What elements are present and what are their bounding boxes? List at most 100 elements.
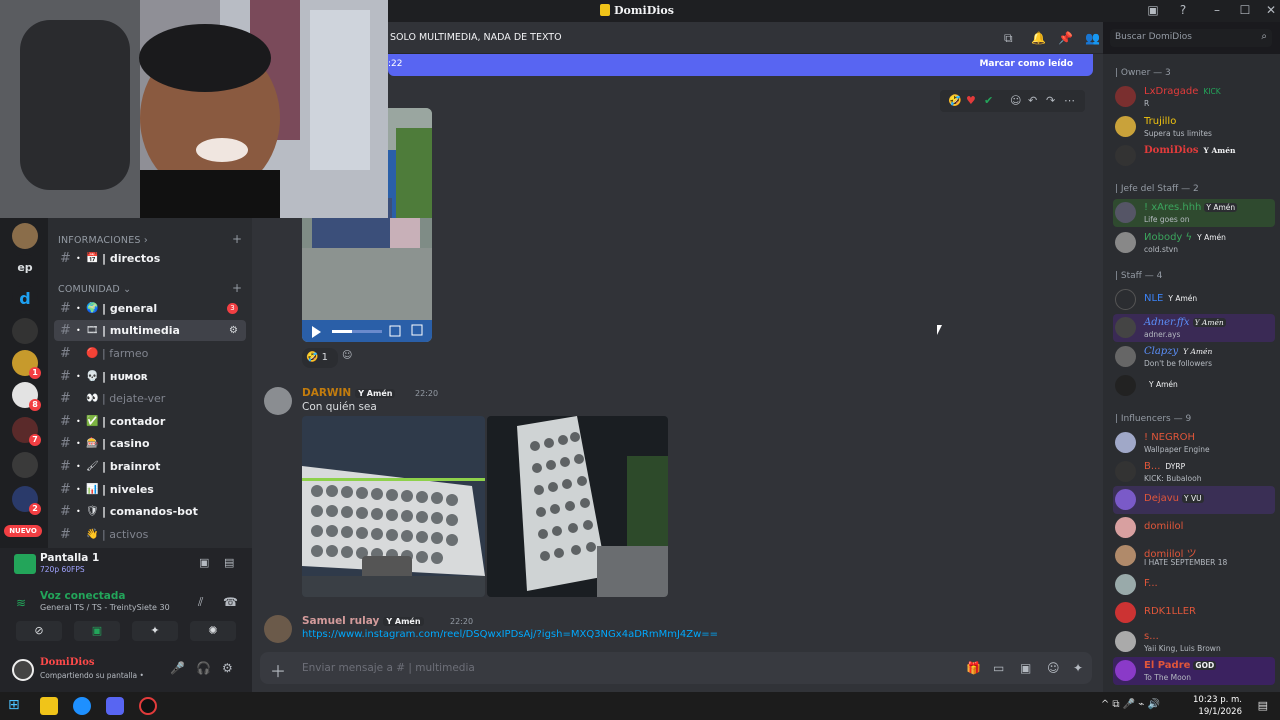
member-item[interactable]: ! NEGROH Wallpaper Engine bbox=[1113, 429, 1275, 457]
reaction-heart-icon[interactable]: ♥ bbox=[966, 94, 976, 107]
file-explorer-icon[interactable] bbox=[40, 697, 58, 715]
server-icon[interactable] bbox=[12, 223, 38, 249]
search-input[interactable]: Buscar DomiDios ⌕ bbox=[1110, 29, 1272, 47]
pin-icon[interactable]: 📌 bbox=[1058, 31, 1073, 45]
reply-icon[interactable]: ↶ bbox=[1028, 94, 1037, 107]
member-item[interactable]: B... DYRP KICK: Bubalooh bbox=[1113, 458, 1275, 486]
attach-plus-icon[interactable]: ＋ bbox=[270, 658, 286, 682]
discord-icon[interactable] bbox=[106, 697, 124, 715]
server-icon[interactable]: 2 bbox=[12, 486, 41, 515]
user-settings-icon[interactable]: ⚙ bbox=[222, 661, 233, 675]
more-options-icon[interactable]: ⋯ bbox=[1064, 94, 1075, 107]
clock-date[interactable]: 19/1/2026 bbox=[1198, 707, 1242, 717]
channel-comandos-bot[interactable]: # • 🛡 | comandos-bot bbox=[54, 501, 246, 522]
server-icon-d[interactable]: d bbox=[12, 285, 38, 311]
forward-icon[interactable]: ↷ bbox=[1046, 94, 1055, 107]
server-icon-ep[interactable]: ep bbox=[12, 254, 38, 280]
stream-settings-icon[interactable]: ▤ bbox=[224, 556, 234, 569]
channel-activos[interactable]: # 👋 | activos bbox=[54, 524, 246, 545]
channel-humor[interactable]: # • 💀 | ʜᴜᴍᴏʀ bbox=[54, 366, 246, 387]
user-avatar[interactable] bbox=[12, 659, 34, 681]
member-item[interactable]: Adner.ffx Y Amén adner.ays bbox=[1113, 314, 1275, 342]
inbox-icon[interactable]: ▣ bbox=[1144, 3, 1162, 19]
channel-settings-icon[interactable]: ⚙ bbox=[229, 325, 238, 336]
clock-time[interactable]: 10:23 p. m. bbox=[1193, 695, 1242, 705]
member-item[interactable]: domiilol bbox=[1113, 514, 1275, 542]
noise-suppression-icon[interactable]: ⫽ bbox=[198, 595, 203, 610]
channel-farmeo[interactable]: # 🔴 | farmeo bbox=[54, 343, 246, 364]
server-icon[interactable]: 1 bbox=[12, 350, 41, 379]
channel-casino[interactable]: # • 🎰 | casino bbox=[54, 433, 246, 454]
channel-niveles[interactable]: # • 📊 | niveles bbox=[54, 479, 246, 500]
channel-directos[interactable]: # • 📅 | directos bbox=[54, 248, 246, 269]
member-item[interactable]: domiilol ツI HATE SEPTEMBER 18 bbox=[1113, 542, 1275, 570]
gift-icon[interactable]: 🎁 bbox=[966, 661, 981, 675]
notification-bell-icon[interactable]: 🔔 bbox=[1031, 31, 1046, 45]
add-reaction-icon[interactable]: ☺ bbox=[1010, 94, 1021, 107]
start-menu-icon[interactable]: ⊞ bbox=[8, 697, 26, 715]
minimize-button[interactable]: – bbox=[1208, 3, 1226, 19]
voice-channel[interactable]: General TS / TS - TreintySiete 30 bbox=[40, 603, 170, 612]
mark-as-read-button[interactable]: Marcar como leído bbox=[979, 59, 1073, 69]
emoji-icon[interactable]: ☺ bbox=[1047, 661, 1060, 675]
member-list-icon[interactable]: 👥 bbox=[1085, 31, 1100, 45]
system-tray-icons[interactable]: ^ ⧉ 🎤 ⌁ 🔊 bbox=[1101, 699, 1160, 710]
member-item[interactable]: s... Yaii King, Luis Brown bbox=[1113, 628, 1275, 656]
category-informaciones[interactable]: INFORMACIONES › bbox=[58, 235, 148, 246]
avatar[interactable] bbox=[264, 615, 292, 643]
new-messages-bar[interactable]: :22 Marcar como leído bbox=[388, 54, 1093, 76]
disconnect-icon[interactable]: ☎ bbox=[223, 595, 238, 609]
channel-general[interactable]: # • 🌍 | general 3 bbox=[54, 298, 246, 319]
microphone-icon[interactable]: 🎤 bbox=[170, 661, 185, 675]
reaction-check-icon[interactable]: ✔ bbox=[984, 94, 993, 107]
server-icon[interactable]: 7 bbox=[12, 417, 41, 446]
member-item[interactable]: F... bbox=[1113, 571, 1275, 599]
image-attachment-2[interactable] bbox=[487, 416, 668, 597]
channel-brainrot[interactable]: # • 🖌 | brainrot bbox=[54, 456, 246, 477]
server-icon[interactable]: 8 bbox=[12, 382, 41, 411]
author-name[interactable]: DARWIN bbox=[302, 387, 351, 399]
apps-icon[interactable]: ✦ bbox=[1073, 661, 1083, 675]
message-author[interactable]: Samuel rulay Y Amén bbox=[302, 615, 424, 627]
category-comunidad[interactable]: COMUNIDAD ⌄ bbox=[58, 284, 131, 295]
image-attachment-1[interactable] bbox=[302, 416, 485, 597]
channel-contador[interactable]: # • ✅ | contador bbox=[54, 411, 246, 432]
member-item[interactable]: Trujillo Supera tus limites bbox=[1113, 113, 1275, 141]
stop-stream-icon[interactable]: ▣ bbox=[199, 556, 209, 569]
member-item[interactable]: Clapzy Y Amén Don't be followers bbox=[1113, 343, 1275, 371]
author-name[interactable]: Samuel rulay bbox=[302, 615, 379, 627]
channel-multimedia[interactable]: # • 🎞 | multimedia ⚙ bbox=[54, 320, 246, 341]
maximize-button[interactable]: ☐ bbox=[1236, 3, 1254, 19]
user-name[interactable]: DomiDios bbox=[40, 657, 95, 668]
server-icon[interactable] bbox=[12, 452, 38, 478]
activities-button[interactable]: ✦ bbox=[132, 621, 178, 641]
threads-icon[interactable]: ⧉ bbox=[1004, 31, 1013, 46]
member-item[interactable]: DomiDios Y Amén bbox=[1113, 142, 1275, 170]
gif-icon[interactable]: ▭ bbox=[993, 661, 1004, 675]
message-author[interactable]: DARWIN Y Amén bbox=[302, 387, 396, 399]
member-item[interactable]: LxDragade KICK R bbox=[1113, 83, 1275, 111]
notifications-icon[interactable]: ▤ bbox=[1258, 699, 1268, 712]
obs-icon[interactable] bbox=[139, 697, 157, 715]
member-item[interactable]: ! xAres.hhh Y Amén Life goes on bbox=[1113, 199, 1275, 227]
headphones-icon[interactable]: 🎧 bbox=[196, 661, 211, 675]
new-badge[interactable]: NUEVO bbox=[4, 525, 42, 537]
avatar[interactable] bbox=[264, 387, 292, 415]
member-item[interactable]: Y Amén bbox=[1113, 372, 1275, 400]
add-reaction-icon-2[interactable]: ☺ bbox=[342, 350, 358, 366]
close-button[interactable]: ✕ bbox=[1262, 3, 1280, 19]
sticker-icon[interactable]: ▣ bbox=[1020, 661, 1031, 675]
help-icon[interactable]: ? bbox=[1174, 3, 1192, 19]
channel-dejate-ver[interactable]: # 👀 | dejate-ver bbox=[54, 388, 246, 409]
message-link[interactable]: https://www.instagram.com/reel/DSQwxIPDs… bbox=[302, 629, 718, 640]
camera-toggle-button[interactable]: ⊘ bbox=[16, 621, 62, 641]
screen-share-button[interactable]: ▣ bbox=[74, 621, 120, 641]
soundboard-button[interactable]: ✺ bbox=[190, 621, 236, 641]
server-icon[interactable] bbox=[12, 318, 38, 344]
reaction-laugh-icon[interactable]: 🤣 bbox=[948, 94, 962, 107]
member-item[interactable]: Иobody ϟY Amén cold.stvn bbox=[1113, 229, 1275, 257]
member-item[interactable]: RDK1LLER bbox=[1113, 599, 1275, 627]
message-composer[interactable]: ＋ Enviar mensaje a # | multimedia 🎁 ▭ ▣ … bbox=[260, 652, 1092, 684]
reaction-pill[interactable]: 🤣 1 bbox=[302, 348, 338, 368]
member-item[interactable]: El Padre GOD To The Moon bbox=[1113, 657, 1275, 685]
